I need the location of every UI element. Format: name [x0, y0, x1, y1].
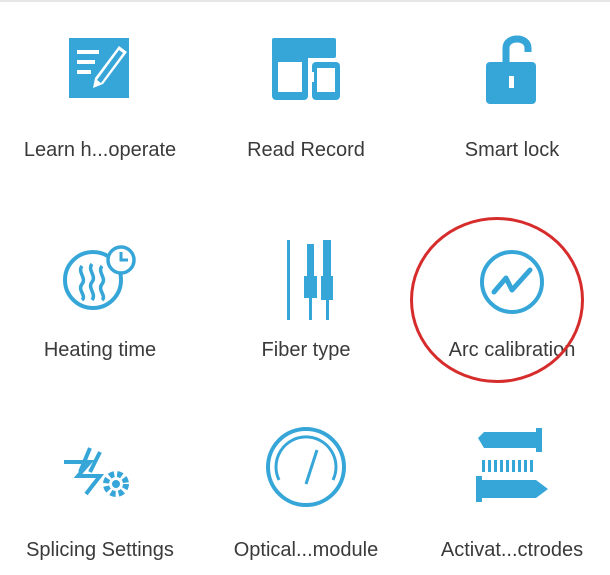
menu-item-arc-calibration[interactable]: Arc calibration [417, 232, 607, 392]
menu-item-label: Smart lock [464, 139, 560, 161]
menu-item-heating-time[interactable]: Heating time [5, 232, 195, 392]
heater-timer-icon [57, 242, 143, 314]
menu-item-label: Splicing Settings [26, 539, 174, 561]
menu-item-splicing-settings[interactable]: Splicing Settings [5, 422, 195, 575]
fiber-icon [271, 238, 341, 322]
menu-item-smart-lock[interactable]: Smart lock [417, 12, 607, 172]
menu-item-label: Arc calibration [448, 339, 576, 361]
splice-gear-icon [60, 442, 140, 502]
electrode-icon [472, 424, 552, 508]
menu-item-activate-electrodes[interactable]: Activat...ctrodes [417, 422, 607, 575]
menu-item-read-record[interactable]: Read Record [211, 12, 401, 172]
function-menu-grid: Learn h...operate Read Record Smart lock [0, 0, 610, 575]
gauge-icon [261, 422, 351, 512]
arc-pulse-icon [476, 246, 548, 318]
menu-item-label: Fiber type [261, 339, 351, 361]
unlock-icon [482, 30, 542, 106]
menu-item-fiber-type[interactable]: Fiber type [211, 232, 401, 392]
menu-item-label: Optical...module [233, 539, 379, 561]
menu-item-learn-how-to-operate[interactable]: Learn h...operate [5, 12, 195, 172]
menu-item-label: Learn h...operate [23, 139, 177, 161]
menu-item-label: Read Record [247, 139, 365, 161]
devices-icon [268, 36, 344, 102]
edit-note-icon [65, 32, 135, 102]
menu-item-optical-module[interactable]: Optical...module [211, 422, 401, 575]
menu-item-label: Heating time [43, 339, 157, 361]
menu-item-label: Activat...ctrodes [440, 539, 584, 561]
